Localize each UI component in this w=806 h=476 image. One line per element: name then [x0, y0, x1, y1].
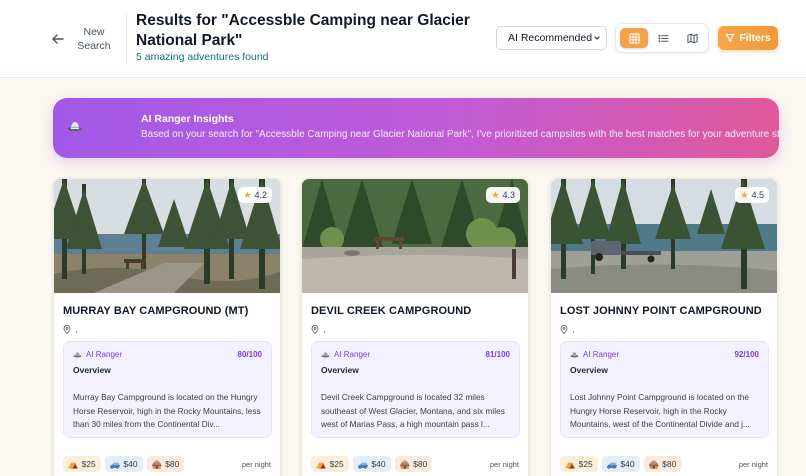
campground-location: ,	[311, 324, 326, 334]
campground-card[interactable]: ★ 4.2 MURRAY BAY CAMPGROUND (MT) , AI Ra…	[53, 178, 281, 476]
list-icon	[657, 34, 669, 42]
ai-ranger-label: AI Ranger	[73, 350, 122, 359]
rv-price: 🚙 $40	[104, 456, 143, 472]
location-text: ,	[572, 324, 575, 334]
star-icon: ★	[243, 189, 252, 200]
ai-ranger-label: AI Ranger	[321, 350, 370, 359]
rating-value: 4.5	[751, 190, 764, 200]
sort-select[interactable]: AI Recommended	[496, 26, 607, 50]
star-icon: ★	[740, 189, 749, 200]
per-night-label: per night	[241, 460, 271, 469]
tent-icon: ⛺	[68, 458, 79, 469]
tent-price: ⛺ $25	[560, 456, 598, 472]
per-night-label: per night	[738, 460, 768, 469]
ai-ranger-panel: AI Ranger 80/100 Overview Murray Bay Cam…	[63, 341, 272, 438]
filters-button[interactable]: Filters	[718, 26, 778, 50]
rating-value: 4.3	[502, 190, 515, 200]
ai-ranger-panel: AI Ranger 81/100 Overview Devil Creek Ca…	[311, 341, 520, 438]
cabin-icon: 🛖	[399, 458, 411, 469]
chevron-down-icon	[594, 36, 600, 40]
page-title: Results for "Accessble Camping near Glac…	[136, 12, 470, 49]
rating-badge: ★ 4.2	[238, 187, 272, 203]
rv-price: 🚙 $40	[352, 456, 391, 472]
cabin-price: 🛖 $80	[394, 456, 433, 472]
grid-icon	[628, 32, 640, 44]
ai-ranger-insights-banner: AI Ranger Insights Based on your search …	[53, 98, 795, 158]
ai-ranger-panel: AI Ranger 92/100 Overview Lost Johnny Po…	[560, 341, 769, 438]
ai-ranger-label: AI Ranger	[570, 350, 619, 359]
campground-location: ,	[560, 324, 575, 334]
new-search-button[interactable]: New Search	[50, 22, 114, 56]
grid-view-button[interactable]	[620, 28, 648, 48]
filters-label: Filters	[739, 32, 771, 44]
tent-price: ⛺ $25	[311, 456, 349, 472]
map-view-button[interactable]	[678, 28, 706, 48]
match-score: 80/100	[237, 350, 262, 359]
cabin-icon: 🛖	[151, 458, 163, 469]
overview-description: Devil Creek Campground is located 32 mil…	[321, 392, 505, 429]
campground-name[interactable]: LOST JOHNNY POINT CAMPGROUND	[560, 305, 762, 317]
rv-icon: 🚙	[357, 458, 369, 469]
ranger-hat-icon	[570, 352, 579, 358]
rv-icon: 🚙	[606, 458, 618, 469]
match-score: 81/100	[485, 350, 510, 359]
arrow-left-icon	[52, 34, 64, 44]
star-icon: ★	[491, 189, 500, 200]
filter-icon	[725, 33, 735, 43]
campground-card[interactable]: ★ 4.3 DEVIL CREEK CAMPGROUND , AI Ranger…	[301, 178, 529, 476]
rv-price: 🚙 $40	[601, 456, 640, 472]
cabin-icon: 🛖	[648, 458, 660, 469]
header-divider	[126, 12, 127, 64]
tent-icon: ⛺	[565, 458, 576, 469]
location-pin-icon	[63, 324, 71, 334]
location-text: ,	[323, 324, 326, 334]
location-pin-icon	[311, 324, 319, 334]
campground-name[interactable]: MURRAY BAY CAMPGROUND (MT)	[63, 305, 248, 317]
tent-price: ⛺ $25	[63, 456, 101, 472]
overview-description: Murray Bay Campground is located on the …	[73, 392, 261, 429]
overview-heading: Overview	[570, 365, 608, 375]
cabin-price: 🛖 $80	[643, 456, 682, 472]
ranger-hat-icon	[68, 122, 82, 132]
cabin-price: 🛖 $80	[146, 456, 185, 472]
campground-location: ,	[63, 324, 78, 334]
ranger-hat-icon	[73, 352, 82, 358]
sort-select-value: AI Recommended	[508, 32, 593, 44]
insights-heading: AI Ranger Insights	[141, 113, 234, 125]
rating-badge: ★ 4.5	[735, 187, 769, 203]
rating-badge: ★ 4.3	[486, 187, 520, 203]
overview-description: Lost Johnny Point Campground is located …	[570, 392, 750, 429]
campground-card[interactable]: ★ 4.5 LOST JOHNNY POINT CAMPGROUND , AI …	[550, 178, 778, 476]
tent-icon: ⛺	[316, 458, 327, 469]
overview-heading: Overview	[321, 365, 359, 375]
match-score: 92/100	[734, 350, 759, 359]
new-search-label: New Search	[77, 26, 111, 52]
map-icon	[686, 33, 698, 43]
view-toggle	[615, 23, 709, 53]
results-count: 5 amazing adventures found	[136, 51, 269, 63]
location-pin-icon	[560, 324, 568, 334]
per-night-label: per night	[489, 460, 519, 469]
list-view-button[interactable]	[649, 28, 677, 48]
location-text: ,	[75, 324, 78, 334]
price-list: ⛺ $25 🚙 $40 🛖 $80	[311, 456, 433, 472]
rating-value: 4.2	[254, 190, 267, 200]
results-header: New Search Results for "Accessble Campin…	[0, 0, 806, 78]
campground-name[interactable]: DEVIL CREEK CAMPGROUND	[311, 305, 471, 317]
insights-body: Based on your search for "Accessble Camp…	[141, 129, 796, 140]
ranger-hat-icon	[321, 352, 330, 358]
rv-icon: 🚙	[109, 458, 121, 469]
price-list: ⛺ $25 🚙 $40 🛖 $80	[63, 456, 185, 472]
overview-heading: Overview	[73, 365, 111, 375]
price-list: ⛺ $25 🚙 $40 🛖 $80	[560, 456, 682, 472]
